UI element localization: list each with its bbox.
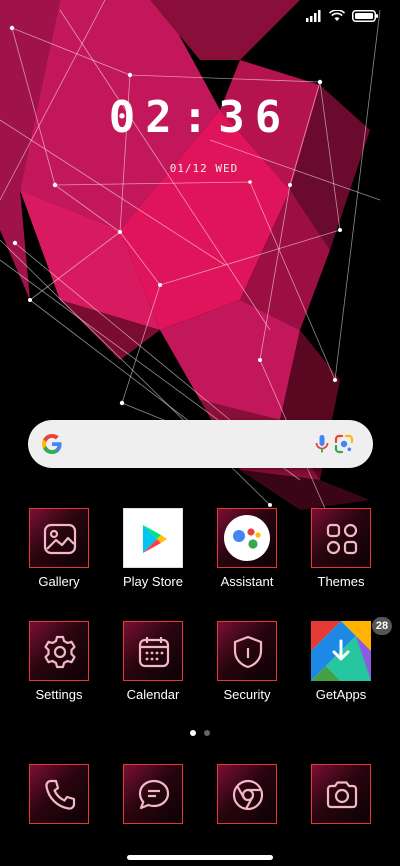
home-indicator[interactable] [127, 855, 273, 860]
app-label-themes: Themes [317, 574, 365, 589]
chrome-icon [232, 779, 264, 811]
getapps-icon [311, 621, 371, 681]
messages-icon [138, 779, 170, 810]
app-themes[interactable]: Themes [296, 508, 386, 589]
app-label-getapps: GetApps [315, 687, 367, 702]
shield-icon [233, 635, 263, 669]
dock-camera[interactable] [296, 764, 386, 824]
dock-chrome[interactable] [202, 764, 292, 824]
app-label-settings: Settings [35, 687, 83, 702]
app-calendar[interactable]: Calendar [108, 621, 198, 702]
app-security[interactable]: Security [202, 621, 292, 702]
page-dot-2[interactable] [204, 730, 210, 736]
notification-badge: 28 [372, 617, 392, 635]
battery-icon [352, 10, 378, 22]
app-play-store[interactable]: Play Store [108, 508, 198, 589]
app-gallery[interactable]: Gallery [14, 508, 104, 589]
calendar-icon [138, 637, 170, 668]
google-lens-icon[interactable] [332, 432, 356, 456]
phone-icon [45, 779, 76, 810]
signal-icon [306, 10, 321, 22]
app-label-calendar: Calendar [126, 687, 180, 702]
status-bar [306, 10, 378, 22]
themes-icon [326, 523, 358, 555]
play-store-icon [143, 525, 167, 553]
app-assistant[interactable]: Assistant [202, 508, 292, 589]
wifi-icon [329, 10, 345, 21]
gear-icon [44, 635, 76, 669]
mic-icon[interactable] [310, 432, 334, 456]
clock-time[interactable]: 02:36 [0, 92, 400, 143]
page-indicator[interactable] [0, 730, 400, 736]
app-label-security: Security [223, 687, 271, 702]
app-label-assistant: Assistant [220, 574, 274, 589]
page-dot-1[interactable] [190, 730, 196, 736]
clock-date: 01/12 WED [169, 162, 239, 175]
app-label-gallery: Gallery [38, 574, 80, 589]
dock-phone[interactable] [14, 764, 104, 824]
assistant-icon [224, 515, 270, 561]
dock-messages[interactable] [108, 764, 198, 824]
app-settings[interactable]: Settings [14, 621, 104, 702]
app-getapps[interactable]: 28 GetApps [296, 617, 392, 702]
app-label-play-store: Play Store [123, 574, 183, 589]
gallery-icon [43, 523, 77, 555]
camera-icon [326, 781, 358, 809]
google-logo-icon [42, 434, 62, 454]
google-search-bar[interactable] [28, 420, 373, 468]
